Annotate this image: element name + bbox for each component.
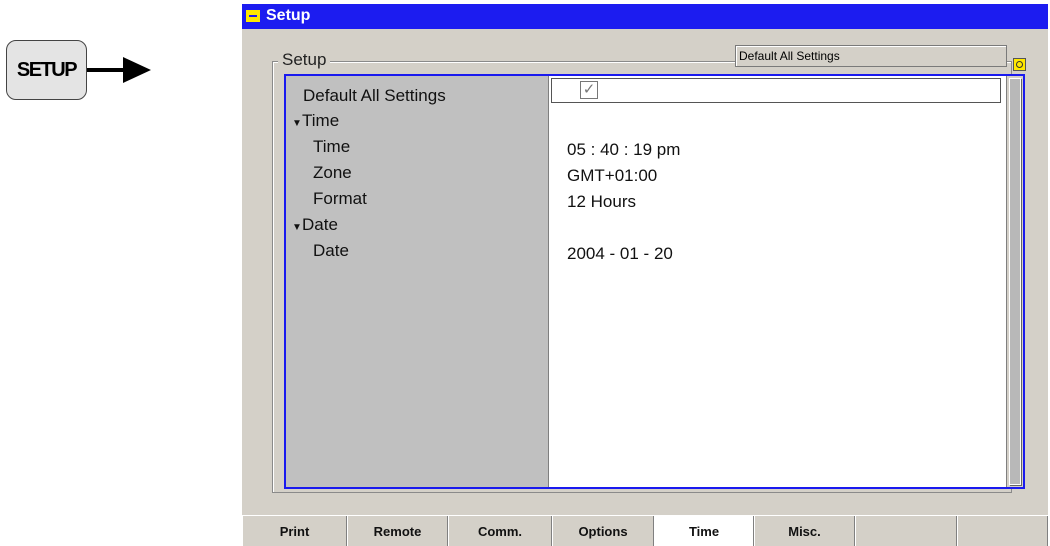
right-arrow-icon: [87, 57, 151, 83]
label-column: Default All Settings ▼Time Time Zone For…: [286, 76, 548, 487]
softkey-empty-8[interactable]: [957, 516, 1048, 546]
hardcopy-icon[interactable]: [1013, 58, 1026, 71]
group-label: Setup: [278, 50, 331, 70]
softkey-misc[interactable]: Misc.: [754, 516, 855, 546]
default-all-settings-button[interactable]: Default All Settings: [735, 45, 1007, 67]
row-label-zone: Zone: [313, 163, 352, 182]
softkey-bar: Print Remote Comm. Options Time Misc.: [242, 515, 1048, 546]
value-column: ✓ 05 : 40 : 19 pm GMT+01:00 12 Hours 200…: [548, 76, 1023, 487]
softkey-empty-7[interactable]: [855, 516, 957, 546]
row-label-format: Format: [313, 189, 367, 208]
title-bar: Setup: [242, 4, 1048, 29]
time-value[interactable]: 05 : 40 : 19 pm: [567, 140, 680, 160]
window-title: Setup: [266, 7, 311, 24]
scrollbar-thumb[interactable]: [1009, 78, 1021, 485]
default-all-settings-checkbox[interactable]: ✓: [580, 81, 598, 99]
default-all-settings-row[interactable]: ✓: [551, 78, 1001, 103]
row-label-default-all-settings: Default All Settings: [303, 86, 446, 105]
setup-window: Setup Setup Default All Settings Default…: [242, 4, 1048, 546]
zone-value[interactable]: GMT+01:00: [567, 166, 657, 186]
softkey-remote[interactable]: Remote: [347, 516, 448, 546]
window-menu-icon[interactable]: [246, 10, 260, 22]
row-label-date-group: Date: [302, 215, 338, 234]
scrollbar[interactable]: [1006, 76, 1023, 487]
softkey-time[interactable]: Time: [654, 516, 754, 546]
settings-table: Default All Settings ▼Time Time Zone For…: [284, 74, 1025, 489]
format-value[interactable]: 12 Hours: [567, 192, 636, 212]
tree-node-date[interactable]: ▼Date: [292, 215, 338, 235]
row-label-time: Time: [313, 137, 351, 156]
softkey-options[interactable]: Options: [552, 516, 654, 546]
expand-triangle-icon[interactable]: ▼: [292, 118, 302, 129]
softkey-comm[interactable]: Comm.: [448, 516, 552, 546]
row-label-date: Date: [313, 241, 349, 260]
tree-node-time[interactable]: ▼Time: [292, 111, 339, 131]
row-label-time-group: Time: [302, 111, 340, 130]
setup-hardkey[interactable]: SETUP: [6, 40, 87, 100]
softkey-print[interactable]: Print: [242, 516, 347, 546]
date-value[interactable]: 2004 - 01 - 20: [567, 244, 673, 264]
expand-triangle-icon[interactable]: ▼: [292, 222, 302, 233]
